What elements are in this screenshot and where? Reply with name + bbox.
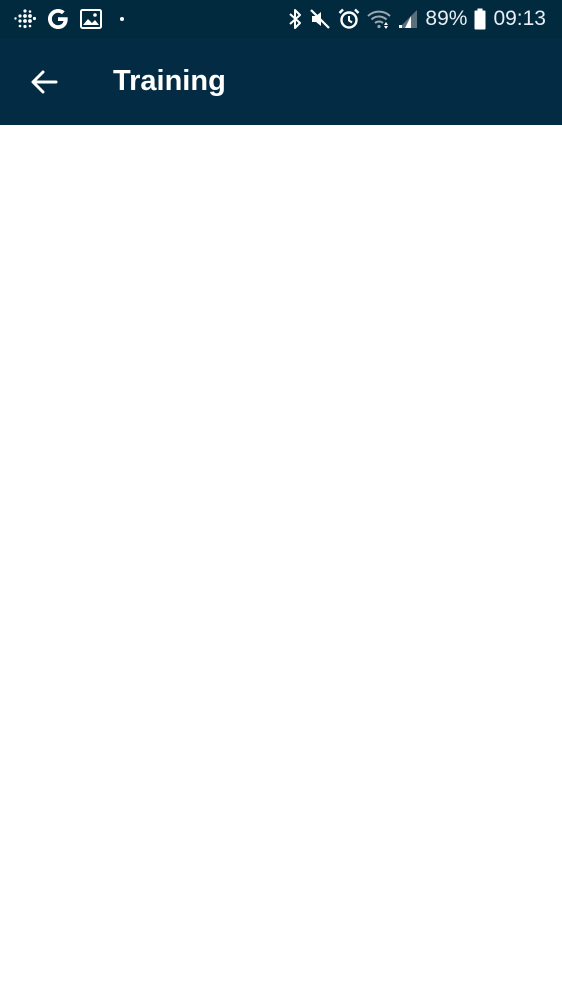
notification-dot-icon <box>120 17 124 21</box>
main-content <box>0 125 562 999</box>
fitbit-icon <box>14 8 36 30</box>
gallery-icon <box>80 9 102 29</box>
status-bar: 89% 09:13 <box>0 0 562 38</box>
page-title: Training <box>113 65 226 97</box>
wifi-icon <box>367 9 392 29</box>
mute-icon <box>309 8 331 30</box>
back-arrow-icon <box>30 70 58 94</box>
bluetooth-icon <box>288 8 302 30</box>
battery-icon <box>474 8 486 30</box>
status-bar-left <box>14 7 134 31</box>
google-icon <box>46 7 70 31</box>
signal-icon <box>398 9 418 29</box>
alarm-icon <box>338 8 360 30</box>
clock: 09:13 <box>493 7 546 30</box>
back-button[interactable] <box>22 60 66 104</box>
app-bar: Training <box>0 38 562 125</box>
battery-percent: 89% <box>425 7 468 30</box>
status-bar-right: 89% 09:13 <box>281 7 546 31</box>
